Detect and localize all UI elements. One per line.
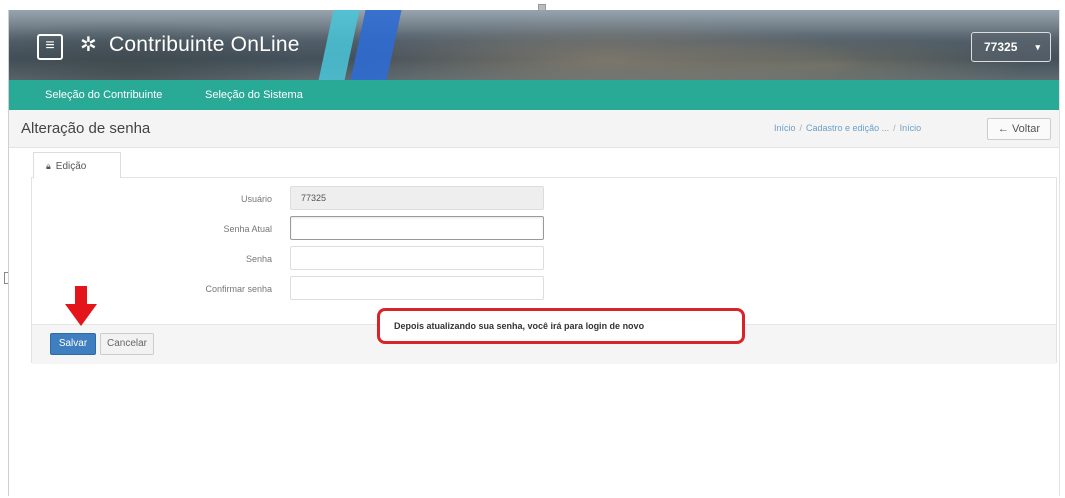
label-usuario: Usuário [240,194,272,204]
lock-icon: 🔒︎ [46,161,51,171]
annotation-callout: Depois atualizando sua senha, você irá p… [377,308,745,344]
breadcrumb: Início / Cadastro e edição ... / Início [774,123,922,133]
breadcrumb-item[interactable]: Início [900,123,922,133]
usuario-field: 77325 [290,186,544,210]
cancel-button[interactable]: Cancelar [100,333,154,355]
browser-frame: ≡ ✲ Contribuinte OnLine 77325 ▾ Seleção … [8,10,1060,496]
back-button[interactable]: ← Voltar [987,118,1051,140]
tab-label: Edição [55,161,87,172]
app-title: Contribuinte OnLine [109,33,300,56]
arrow-left-icon: ← [997,123,1009,135]
label-senha: Senha [245,254,272,264]
header-banner: ≡ ✲ Contribuinte OnLine 77325 ▾ [9,10,1059,80]
breadcrumb-item[interactable]: Início [774,123,796,133]
save-button[interactable]: Salvar [50,333,96,355]
user-id: 77325 [984,40,1018,54]
new-password-field[interactable] [290,246,544,270]
nav-item-contribuinte[interactable]: Seleção do Contribuinte [45,80,162,110]
tab-edicao[interactable]: 🔒︎ Edição [33,152,121,178]
current-password-field[interactable] [290,216,544,240]
breadcrumb-item[interactable]: Cadastro e edição ... [806,123,889,133]
user-dropdown[interactable]: 77325 ▾ [971,32,1051,62]
back-button-label: Voltar [1011,123,1041,135]
top-navbar: Seleção do Contribuinte Seleção do Siste… [9,80,1059,110]
nav-item-sistema[interactable]: Seleção do Sistema [205,80,303,110]
hamburger-icon[interactable]: ≡ [37,34,63,60]
page-title: Alteração de senha [21,120,151,137]
label-senha-atual: Senha Atual [223,224,272,234]
confirm-password-field[interactable] [290,276,544,300]
arrow-down-icon [65,286,97,326]
page-header: Alteração de senha Início / Cadastro e edi… [9,110,1059,148]
gear-icon: ✲ [80,34,97,56]
chevron-down-icon: ▾ [1035,42,1040,52]
